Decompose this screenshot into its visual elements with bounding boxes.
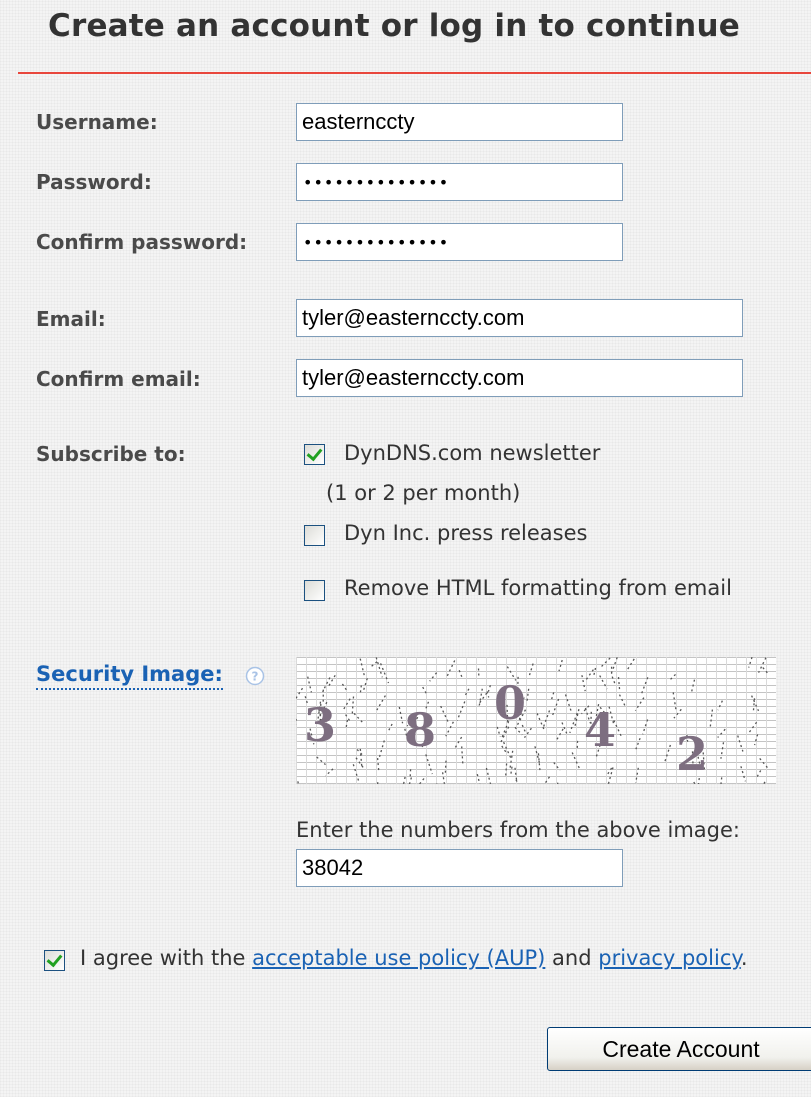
- captcha-prompt: Enter the numbers from the above image:: [296, 818, 740, 842]
- captcha-digit: 3: [304, 698, 336, 752]
- security-image-link[interactable]: Security Image:: [36, 662, 223, 690]
- captcha-digit: 2: [676, 727, 708, 781]
- plain-text-email-checkbox[interactable]: [304, 580, 325, 601]
- title-divider: [18, 72, 811, 74]
- confirm-email-label: Confirm email:: [36, 367, 201, 391]
- confirm-email-input[interactable]: [296, 359, 743, 397]
- username-label: Username:: [36, 110, 158, 134]
- confirm-password-label: Confirm password:: [36, 230, 248, 254]
- username-input[interactable]: [296, 103, 623, 141]
- email-label: Email:: [36, 307, 106, 331]
- captcha-digit: 8: [404, 703, 436, 757]
- captcha-digit: 0: [494, 676, 526, 730]
- newsletter-option-label: DynDNS.com newsletter: [344, 441, 601, 465]
- captcha-input[interactable]: [296, 849, 623, 887]
- agree-checkbox[interactable]: [44, 950, 65, 971]
- create-account-button[interactable]: Create Account: [547, 1027, 811, 1071]
- privacy-policy-link[interactable]: privacy policy: [598, 946, 741, 970]
- captcha-digit: 4: [584, 703, 616, 757]
- press-releases-checkbox[interactable]: [304, 525, 325, 546]
- svg-text:?: ?: [252, 670, 259, 684]
- plain-text-email-option-label: Remove HTML formatting from email: [344, 576, 732, 600]
- confirm-password-input[interactable]: [296, 223, 623, 261]
- password-input[interactable]: [296, 163, 623, 201]
- agreement-text: I agree with the acceptable use policy (…: [80, 946, 748, 970]
- password-label: Password:: [36, 170, 152, 194]
- agreement-conjunction: and: [552, 946, 592, 970]
- question-circle-icon[interactable]: ?: [245, 666, 265, 686]
- captcha-noise-stroke: [505, 763, 508, 776]
- newsletter-checkbox[interactable]: [304, 444, 325, 465]
- press-releases-option-label: Dyn Inc. press releases: [344, 521, 588, 545]
- captcha-image: 3 8 0 4 2: [296, 657, 776, 784]
- agreement-suffix: .: [740, 946, 748, 970]
- agreement-prefix: I agree with the: [80, 946, 246, 970]
- newsletter-frequency-note: (1 or 2 per month): [326, 481, 521, 505]
- subscribe-label: Subscribe to:: [36, 442, 186, 466]
- email-input[interactable]: [296, 299, 743, 337]
- page-title: Create an account or log in to continue: [48, 8, 740, 44]
- aup-link[interactable]: acceptable use policy (AUP): [252, 946, 545, 970]
